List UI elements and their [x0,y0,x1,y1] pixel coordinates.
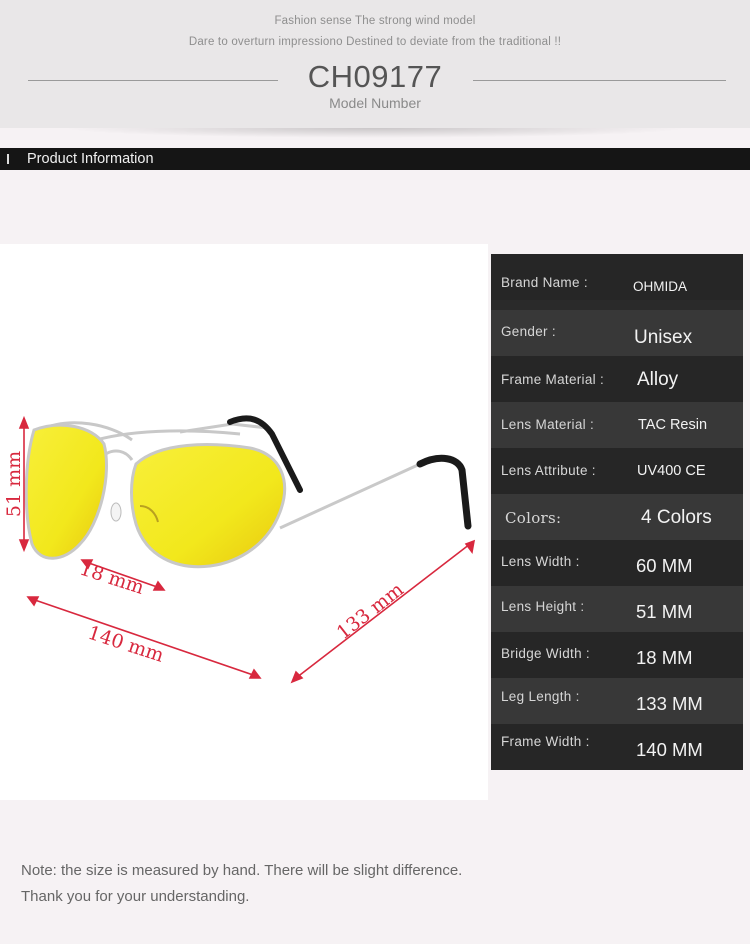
spec-value: 18 MM [636,647,693,668]
spec-row-lens-material: Lens Material : TAC Resin [491,402,743,448]
note-line-1: Note: the size is measured by hand. Ther… [21,862,463,879]
note-line-2: Thank you for your understanding. [21,888,250,905]
spec-label: Lens Width : [501,554,580,569]
spec-label: Gender : [501,324,556,339]
header-banner: Fashion sense The strong wind model Dare… [0,0,750,128]
spec-row-gender: Gender : Unisex [491,310,743,356]
tagline-2: Dare to overturn impressiono Destined to… [188,36,562,48]
spec-table: Brand Name : OHMIDA Gender : Unisex Fram… [491,254,743,770]
bridge-dimension-label: 18 mm [77,558,147,599]
temple-tip-front [416,454,472,530]
header-shadow [60,128,690,138]
spec-row-bridge-width: Bridge Width : 18 MM [491,632,743,678]
spec-row-lens-width: Lens Width : 60 MM [491,540,743,586]
spec-label: Colors: [505,509,562,527]
section-header: Product Information [0,148,750,170]
spec-value: 51 MM [636,601,693,622]
spec-value: 4 Colors [641,507,712,528]
section-marker-icon [7,154,9,164]
temple-arm-front [279,456,470,530]
spec-row-colors: Colors: 4 Colors [491,494,743,540]
spec-row-lens-attribute: Lens Attribute : UV400 CE [491,448,743,494]
spec-value: 133 MM [636,693,703,714]
left-lens [24,423,108,560]
model-label: Model Number [329,95,421,111]
spec-label: Frame Material : [501,372,605,387]
spec-label: Lens Height : [501,599,585,614]
sunglasses-illustration: 51 mm 18 mm 140 mm 133 mm [3,415,476,684]
spec-value: Unisex [634,327,693,348]
spec-row-leg-length: Leg Length : 133 MM [491,678,743,724]
spec-label: Brand Name : [501,275,588,290]
spec-row-brand: Brand Name : OHMIDA [491,254,743,300]
spec-label: Leg Length : [501,689,580,704]
spec-label: Bridge Width : [501,646,590,661]
tagline-1: Fashion sense The strong wind model [274,15,476,27]
spec-value: OHMIDA [633,279,687,294]
section-title: Product Information [27,151,154,167]
leg-dimension-label: 133 mm [333,578,408,644]
frame-dimension-line [31,598,257,677]
height-dimension-label: 51 mm [3,451,25,517]
spec-value: 140 MM [636,739,703,760]
spec-label: Frame Width : [501,734,590,749]
spec-label: Lens Material : [501,417,595,432]
spec-row-frame-material: Frame Material : Alloy [491,356,743,402]
frame-dimension-label: 140 mm [85,622,166,667]
spec-label: Lens Attribute : [501,463,596,478]
product-photo: 51 mm 18 mm 140 mm 133 mm [0,244,488,800]
spec-value: UV400 CE [637,463,706,479]
spec-value: TAC Resin [638,417,708,433]
nose-pad [110,502,122,522]
spec-row-frame-width: Frame Width : 140 MM [491,724,743,770]
spec-row-lens-height: Lens Height : 51 MM [491,586,743,632]
right-lens [130,443,286,569]
spec-value: Alloy [637,369,679,390]
model-code: CH09177 [307,59,443,94]
spec-value: 60 MM [636,555,693,576]
